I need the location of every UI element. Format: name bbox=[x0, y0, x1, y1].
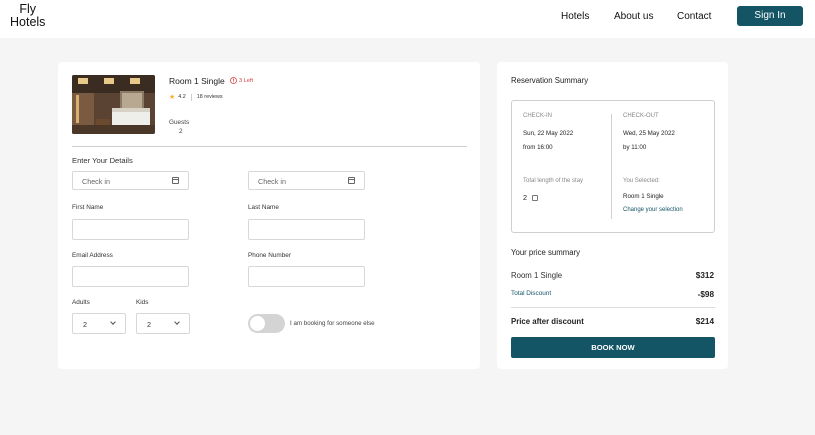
last-name-input[interactable] bbox=[248, 219, 365, 240]
price-after-discount-value: $214 bbox=[695, 317, 714, 326]
first-name-input[interactable] bbox=[72, 219, 189, 240]
email-input[interactable] bbox=[72, 266, 189, 287]
rating: ★ 4.2 18 reviews bbox=[169, 93, 223, 101]
review-count[interactable]: 18 reviews bbox=[197, 94, 223, 100]
nav-contact[interactable]: Contact bbox=[677, 11, 711, 22]
total-discount-label: Total Discount bbox=[511, 290, 552, 297]
phone-input[interactable] bbox=[248, 266, 365, 287]
hotel-room-image bbox=[72, 75, 155, 134]
check-out-date: Wed, 25 May 2022 bbox=[623, 130, 675, 137]
last-name-label: Last Name bbox=[248, 204, 279, 211]
calendar-icon[interactable] bbox=[348, 177, 355, 184]
top-header: Fly Hotels Hotels About us Contact Sign … bbox=[0, 0, 815, 38]
section-divider bbox=[72, 146, 467, 147]
rating-value: 4.2 bbox=[178, 94, 186, 100]
logo[interactable]: Fly Hotels bbox=[10, 3, 45, 29]
book-now-button[interactable]: BOOK NOW bbox=[511, 337, 715, 358]
calendar-icon[interactable] bbox=[172, 177, 179, 184]
kids-label: Kids bbox=[136, 299, 149, 306]
kids-select[interactable]: 2 bbox=[136, 313, 190, 334]
chevron-down-icon bbox=[110, 319, 116, 325]
change-selection-link[interactable]: Change your selection bbox=[623, 207, 683, 213]
check-in-date: Sun, 22 May 2022 bbox=[523, 130, 574, 137]
check-in-time: from 16:00 bbox=[523, 144, 553, 151]
calendar-icon bbox=[532, 194, 538, 201]
toggle-knob bbox=[250, 316, 265, 331]
reservation-summary-card: Reservation Summary CHECK-IN Sun, 22 May… bbox=[497, 62, 728, 369]
nav-about-us[interactable]: About us bbox=[614, 11, 653, 22]
stay-length-value: 2 bbox=[523, 193, 527, 202]
check-in-placeholder-2: Check in bbox=[258, 177, 286, 186]
check-in-placeholder: Check in bbox=[82, 177, 110, 186]
nav-hotels[interactable]: Hotels bbox=[561, 11, 589, 22]
total-discount-value: -$98 bbox=[697, 290, 714, 299]
booking-details-card: Room 1 Single 3 Left ★ 4.2 18 reviews Gu… bbox=[58, 62, 480, 369]
stay-length: 2 bbox=[523, 193, 538, 202]
guests-value: 2 bbox=[179, 128, 183, 135]
price-summary-title: Your price summary bbox=[511, 248, 581, 257]
chevron-down-icon bbox=[174, 319, 180, 325]
stay-details-divider bbox=[611, 114, 612, 219]
sign-in-button[interactable]: Sign In bbox=[737, 6, 803, 26]
check-in-input[interactable]: Check in bbox=[72, 171, 189, 190]
details-section-title: Enter Your Details bbox=[72, 156, 133, 165]
guests-label: Guests bbox=[169, 119, 190, 126]
adults-label: Adults bbox=[72, 299, 90, 306]
booking-for-someone-toggle[interactable] bbox=[248, 314, 285, 333]
room-title: Room 1 Single bbox=[169, 76, 225, 86]
stay-length-label: Total length of the stay bbox=[523, 178, 584, 184]
adults-select[interactable]: 2 bbox=[72, 313, 126, 334]
room-photo bbox=[72, 75, 155, 134]
price-after-discount-label: Price after discount bbox=[511, 317, 584, 326]
check-in-input-2[interactable]: Check in bbox=[248, 171, 365, 190]
you-selected-label: You Selected: bbox=[623, 178, 660, 184]
adults-value: 2 bbox=[83, 320, 87, 329]
toggle-label: I am booking for someone else bbox=[290, 320, 375, 327]
check-out-label: CHECK-OUT bbox=[623, 113, 659, 119]
price-divider bbox=[511, 307, 715, 308]
room-price-label: Room 1 Single bbox=[511, 271, 563, 280]
star-icon: ★ bbox=[169, 94, 176, 101]
logo-line2: Hotels bbox=[10, 15, 46, 29]
availability-badge: 3 Left bbox=[230, 77, 253, 84]
first-name-label: First Name bbox=[72, 204, 104, 211]
selected-room: Room 1 Single bbox=[623, 193, 664, 200]
reservation-summary-title: Reservation Summary bbox=[511, 76, 589, 85]
phone-label: Phone Number bbox=[248, 252, 291, 259]
room-price-value: $312 bbox=[695, 271, 714, 280]
check-out-time: by 11:00 bbox=[623, 144, 647, 151]
kids-value: 2 bbox=[147, 320, 151, 329]
check-in-label: CHECK-IN bbox=[523, 113, 553, 119]
info-icon bbox=[230, 77, 237, 84]
availability-text: 3 Left bbox=[239, 77, 253, 84]
stay-details-box bbox=[511, 100, 715, 233]
rating-separator bbox=[190, 93, 192, 101]
email-label: Email Address bbox=[72, 252, 113, 259]
